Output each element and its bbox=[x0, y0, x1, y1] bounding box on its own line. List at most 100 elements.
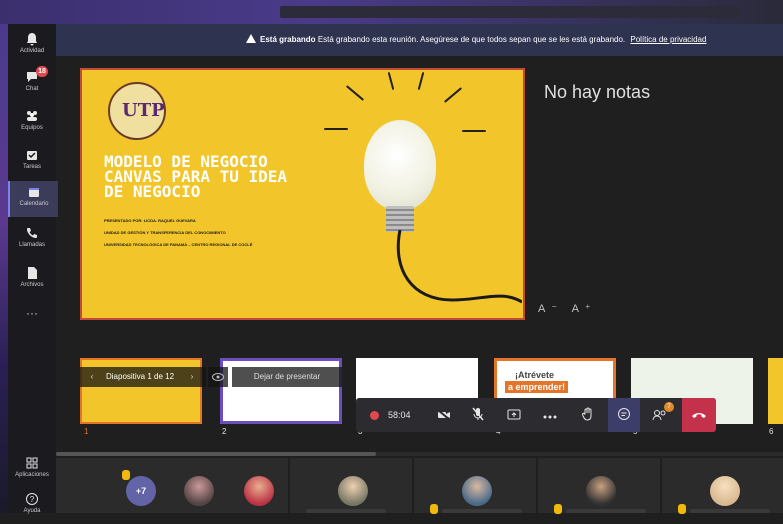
share-screen-button[interactable] bbox=[498, 398, 530, 432]
chat-button[interactable] bbox=[608, 398, 640, 432]
file-icon bbox=[28, 267, 37, 279]
next-slide-button[interactable]: › bbox=[186, 367, 198, 387]
chat-bubble-icon bbox=[618, 408, 630, 420]
raised-hand-icon bbox=[122, 470, 130, 480]
rail-label: Archivos bbox=[20, 282, 44, 288]
slide-counter: Diapositiva 1 de 12 bbox=[106, 372, 175, 381]
thumbnail-text: ¡Atrévete bbox=[515, 370, 555, 380]
tasks-icon bbox=[27, 151, 37, 160]
thumbnail-text: a emprender! bbox=[505, 381, 569, 393]
bell-icon bbox=[27, 33, 37, 46]
slide-title: MODELO DE NEGOCIO CANVAS PARA TU IDEA DE… bbox=[104, 152, 288, 201]
rail-label: Ayuda bbox=[23, 508, 41, 514]
phone-icon bbox=[27, 228, 37, 238]
banner-bold: Está grabando bbox=[260, 35, 316, 44]
share-icon bbox=[507, 409, 521, 420]
thumbnail-number: 1 bbox=[84, 427, 89, 436]
warning-icon bbox=[246, 34, 256, 43]
banner-message: Está grabando esta reunión. Asegúrese de… bbox=[317, 35, 626, 44]
avatar bbox=[338, 476, 368, 506]
rail-item-calls[interactable]: Llamadas bbox=[8, 222, 56, 258]
recording-banner: Está grabando Está grabando esta reunión… bbox=[56, 24, 783, 56]
rail-label: Equipos bbox=[21, 125, 43, 131]
rail-item-tasks[interactable]: Tareas bbox=[8, 144, 56, 180]
presentation-slide: UTP MODELO DE NEGOCIO CANVAS PARA TU IDE… bbox=[80, 68, 525, 320]
participant-name-bar bbox=[566, 509, 646, 513]
rail-item-apps[interactable]: Aplicaciones bbox=[8, 452, 56, 488]
rail-item-files[interactable]: Archivos bbox=[8, 262, 56, 298]
university-logo: UTP bbox=[108, 82, 166, 140]
light-ray bbox=[417, 72, 425, 90]
participants-gallery: +7 bbox=[56, 458, 783, 514]
participant-name-bar bbox=[306, 509, 386, 513]
participants-count-badge: 7 bbox=[664, 402, 674, 412]
participant-name-bar bbox=[690, 509, 770, 513]
help-icon: ? bbox=[26, 493, 38, 505]
light-bulb-base bbox=[386, 206, 414, 232]
record-icon bbox=[369, 411, 379, 420]
slide-navigator: ‹ Diapositiva 1 de 12 › bbox=[80, 367, 206, 387]
avatar bbox=[586, 476, 616, 506]
previous-slide-button[interactable]: ‹ bbox=[86, 367, 98, 387]
participants-button[interactable]: 7 bbox=[644, 398, 676, 432]
rail-item-activity[interactable]: Actividad bbox=[8, 28, 56, 64]
eye-icon[interactable] bbox=[208, 367, 228, 387]
thumbnail-slide-6[interactable] bbox=[768, 358, 783, 424]
rail-label: Actividad bbox=[19, 48, 45, 54]
hand-icon bbox=[581, 407, 592, 421]
rail-item-calendar[interactable]: Calendario bbox=[8, 181, 58, 217]
thumbnail-scrollbar[interactable] bbox=[56, 452, 783, 456]
more-icon bbox=[543, 415, 557, 419]
light-ray bbox=[387, 72, 395, 90]
bulb-cable bbox=[396, 230, 522, 304]
thumbnail-number: 2 bbox=[222, 427, 227, 436]
rail-label: Llamadas bbox=[18, 242, 45, 248]
avatar bbox=[710, 476, 740, 506]
thumbnail-number: 6 bbox=[769, 427, 774, 436]
search-bar[interactable] bbox=[280, 6, 740, 18]
hang-up-button[interactable] bbox=[682, 398, 716, 432]
slide-presenter: PRESENTADO POR: LICDA. RAQUEL GUEVARA bbox=[104, 218, 196, 223]
mute-button[interactable] bbox=[462, 398, 494, 432]
privacy-policy-link[interactable]: Política de privacidad bbox=[630, 35, 706, 44]
light-ray bbox=[345, 85, 365, 101]
avatar[interactable] bbox=[184, 476, 214, 506]
logo-text: UTP bbox=[122, 100, 165, 121]
more-participants-button[interactable]: +7 bbox=[126, 476, 156, 506]
notes-empty-text: No hay notas bbox=[544, 82, 651, 102]
rail-item-chat[interactable]: 18 Chat bbox=[8, 66, 56, 102]
rail-label: Aplicaciones bbox=[15, 472, 49, 478]
more-apps-button[interactable]: ··· bbox=[8, 306, 56, 320]
rail-decoration bbox=[0, 24, 8, 513]
light-ray bbox=[462, 130, 486, 132]
camera-off-button[interactable] bbox=[428, 398, 460, 432]
camera-off-icon bbox=[437, 409, 451, 421]
teams-icon bbox=[27, 111, 37, 121]
rail-label: Chat bbox=[25, 86, 39, 92]
svg-text:?: ? bbox=[30, 495, 35, 504]
recording-indicator bbox=[358, 398, 390, 432]
light-ray bbox=[443, 87, 463, 103]
rail-item-help[interactable]: ? Ayuda bbox=[8, 488, 56, 524]
hang-up-icon bbox=[692, 413, 706, 418]
rail-label: Calendario bbox=[19, 201, 49, 207]
stop-presenting-button[interactable]: Dejar de presentar bbox=[232, 367, 342, 387]
more-actions-button[interactable] bbox=[534, 398, 566, 432]
raise-hand-button[interactable] bbox=[572, 398, 604, 432]
light-ray bbox=[324, 128, 348, 130]
rail-label: Tareas bbox=[22, 164, 41, 170]
rail-item-teams[interactable]: Equipos bbox=[8, 105, 56, 141]
chat-badge: 18 bbox=[36, 66, 48, 77]
title-bar bbox=[0, 0, 783, 24]
scrollbar-thumb[interactable] bbox=[56, 452, 376, 456]
participant-name-bar bbox=[442, 509, 522, 513]
avatar[interactable] bbox=[244, 476, 274, 506]
call-controls: 58:04 7 bbox=[356, 398, 716, 432]
font-size-controls[interactable]: A⁻ A⁺ bbox=[538, 302, 597, 315]
slide-university: UNIVERSIDAD TECNOLÓGICA DE PANAMÁ – CENT… bbox=[104, 242, 253, 247]
apps-icon bbox=[26, 457, 38, 469]
avatar bbox=[462, 476, 492, 506]
call-timer: 58:04 bbox=[388, 410, 411, 420]
light-bulb bbox=[364, 120, 436, 210]
calendar-icon bbox=[29, 188, 39, 197]
